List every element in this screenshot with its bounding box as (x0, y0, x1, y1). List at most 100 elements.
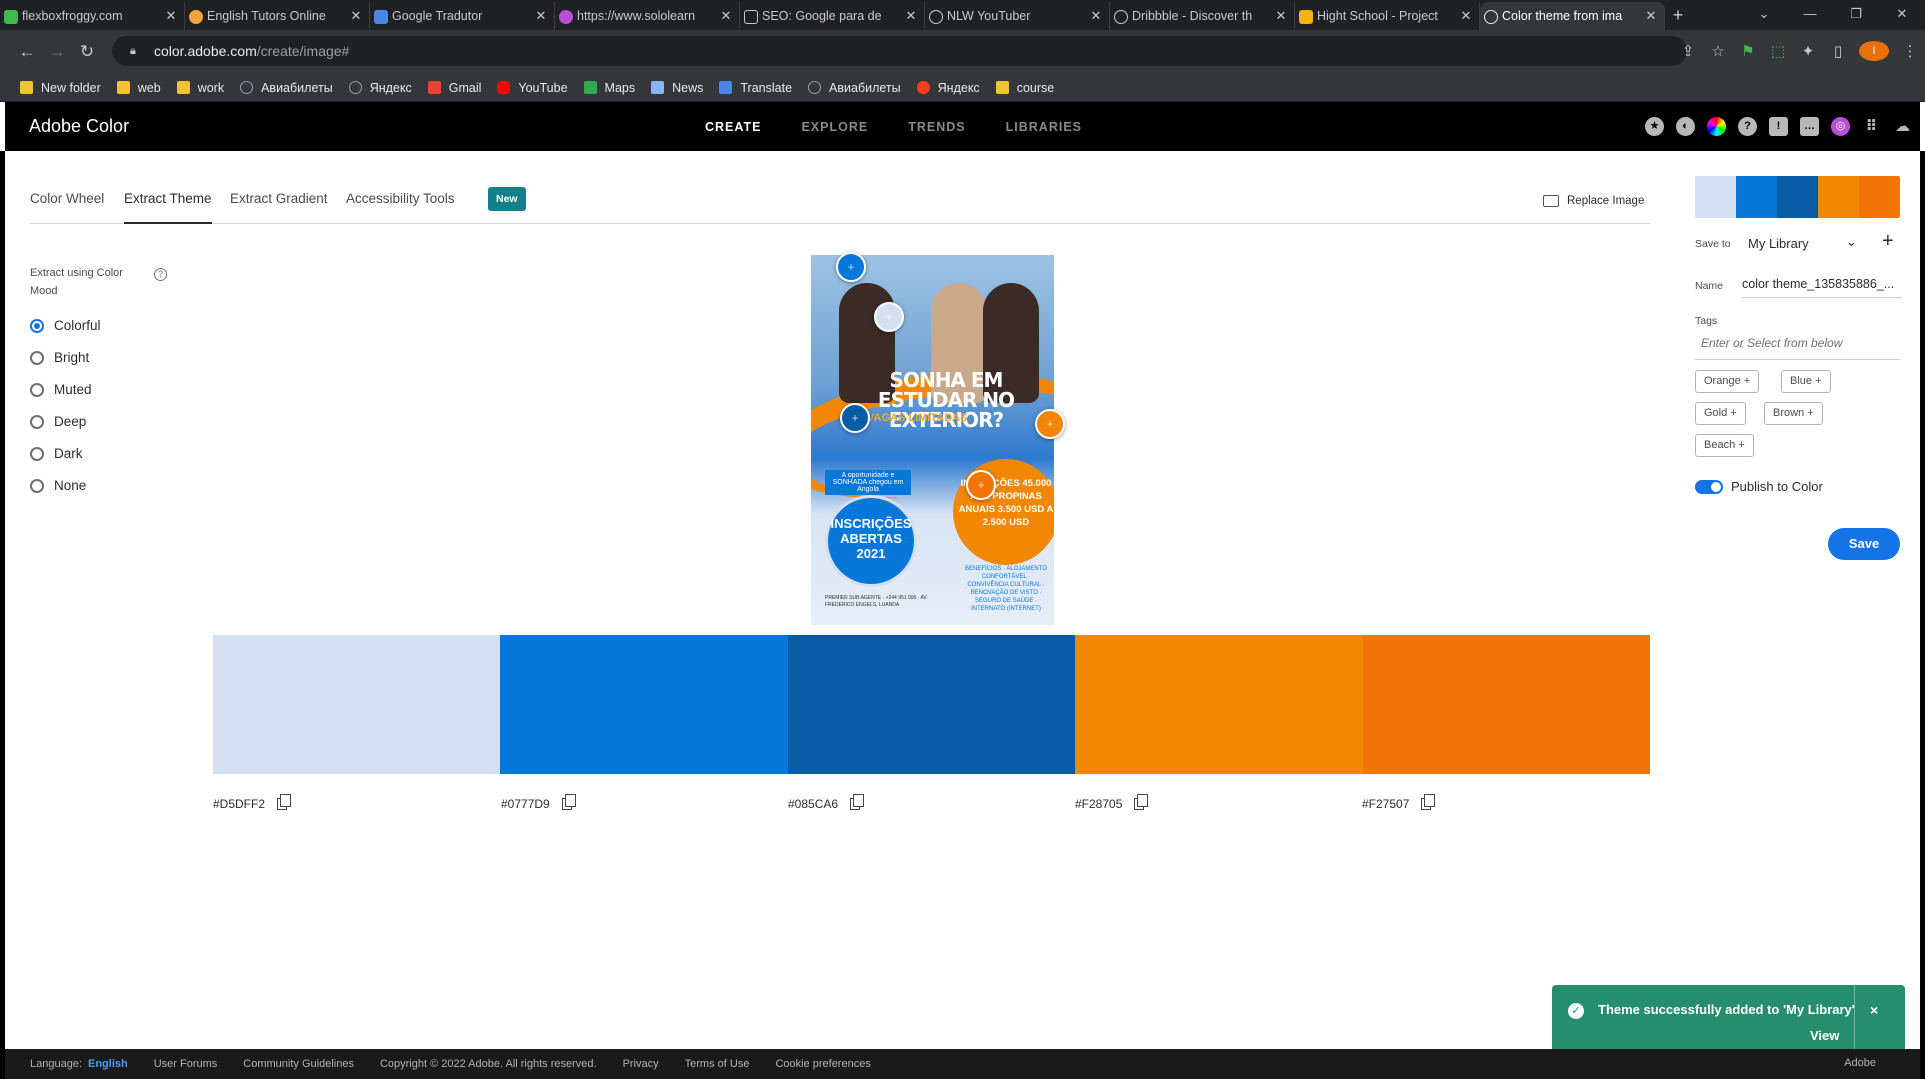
address-bar[interactable]: 🔒︎ color.adobe.com/create/image# (112, 36, 1687, 66)
bookmark-item[interactable]: Яндекс (916, 81, 980, 95)
footer-link[interactable]: Terms of Use (685, 1058, 750, 1070)
add-library-icon[interactable]: + (1882, 230, 1894, 253)
close-tab-icon[interactable]: ✕ (719, 8, 733, 24)
color-picker-pin[interactable]: + (874, 302, 904, 332)
footer-link[interactable]: Privacy (623, 1058, 659, 1070)
browser-tab[interactable]: Dribbble - Discover th ✕ (1110, 2, 1295, 30)
copy-icon[interactable] (277, 794, 292, 810)
color-swatch[interactable] (213, 635, 501, 774)
copy-icon[interactable] (561, 794, 576, 810)
close-tab-icon[interactable]: ✕ (904, 8, 918, 24)
footer-link[interactable]: Community Guidelines (243, 1058, 354, 1070)
apps-grid-icon[interactable]: ⠿ (1862, 117, 1881, 136)
mood-radio-none[interactable]: None (30, 478, 86, 493)
replace-image-button[interactable]: Replace Image (1543, 195, 1644, 207)
mood-radio-colorful[interactable]: Colorful (30, 318, 101, 333)
help-icon[interactable]: ? (1738, 117, 1757, 136)
contrast-icon[interactable]: ◐ (1676, 117, 1695, 136)
puzzle-icon[interactable]: ✦ (1793, 42, 1823, 60)
save-button[interactable]: Save (1828, 528, 1900, 560)
bookmark-item[interactable]: Авиабилеты (240, 81, 333, 95)
language-link[interactable]: English (88, 1058, 128, 1070)
help-icon[interactable]: ? (154, 268, 167, 281)
bookmark-item[interactable]: News (651, 81, 703, 95)
nav-trends[interactable]: TRENDS (908, 120, 965, 134)
tag-chip[interactable]: Gold + (1695, 402, 1746, 425)
close-tab-icon[interactable]: ✕ (1274, 8, 1288, 24)
bookmark-item[interactable]: course (995, 81, 1054, 95)
color-swatch[interactable] (1075, 635, 1363, 774)
theme-name-input[interactable]: color theme_135835886_... (1742, 277, 1902, 298)
screenshot-icon[interactable]: ⬚ (1763, 42, 1793, 60)
copy-icon[interactable] (1134, 794, 1149, 810)
tab-color-wheel[interactable]: Color Wheel (30, 190, 104, 224)
back-icon[interactable]: ← (12, 42, 42, 62)
new-tab-button[interactable]: + (1665, 2, 1691, 30)
mood-radio-muted[interactable]: Muted (30, 382, 92, 397)
brand-logo[interactable]: Adobe Color (29, 116, 129, 137)
sidepanel-icon[interactable]: ▯ (1823, 42, 1853, 60)
library-select[interactable]: My Library (1748, 236, 1809, 251)
color-swatch[interactable] (787, 635, 1076, 774)
browser-tab[interactable]: Google Tradutor ✕ (370, 2, 555, 30)
feedback-icon[interactable]: ! (1769, 117, 1788, 136)
browser-tab[interactable]: https://www.sololearn ✕ (555, 2, 740, 30)
browser-tab[interactable]: flexboxfroggy.com ✕ (0, 2, 185, 30)
nav-create[interactable]: CREATE (705, 120, 761, 134)
tab-accessibility-tools[interactable]: Accessibility Tools (346, 190, 455, 224)
tag-chip[interactable]: Brown + (1764, 402, 1823, 425)
bookmark-item[interactable]: Translate (719, 81, 792, 95)
mood-radio-dark[interactable]: Dark (30, 446, 83, 461)
close-window-icon[interactable]: ✕ (1879, 0, 1925, 30)
nav-libraries[interactable]: LIBRARIES (1006, 120, 1082, 134)
reload-icon[interactable]: ↻ (72, 42, 102, 62)
menu-icon[interactable]: ⋮ (1895, 42, 1925, 60)
tab-extract-gradient[interactable]: Extract Gradient (230, 190, 328, 224)
bookmark-item[interactable]: web (116, 81, 161, 95)
bookmark-item[interactable]: Яндекс (348, 81, 412, 95)
bookmark-item[interactable]: work (176, 81, 224, 95)
minimize-icon[interactable]: — (1787, 0, 1833, 30)
close-icon[interactable]: × (1870, 1002, 1878, 1018)
browser-tab[interactable]: Hight School - Project ✕ (1295, 2, 1480, 30)
footer-link[interactable]: Cookie preferences (775, 1058, 870, 1070)
mood-radio-bright[interactable]: Bright (30, 350, 89, 365)
close-tab-icon[interactable]: ✕ (1644, 8, 1658, 24)
color-swatch[interactable] (500, 635, 788, 774)
browser-tab[interactable]: SEO: Google para de ✕ (740, 2, 925, 30)
star-icon[interactable]: ☆ (1703, 42, 1733, 60)
profile-avatar[interactable]: I (1859, 41, 1889, 61)
browser-tab-active[interactable]: Color theme from ima ✕ (1480, 2, 1665, 30)
chevron-down-icon[interactable]: ⌄ (1846, 234, 1857, 250)
star-badge-icon[interactable]: ★ (1645, 117, 1664, 136)
mood-radio-deep[interactable]: Deep (30, 414, 86, 429)
color-swatch[interactable] (1362, 635, 1651, 774)
footer-link[interactable]: User Forums (154, 1058, 218, 1070)
creative-cloud-icon[interactable]: ☁ (1893, 117, 1912, 136)
close-tab-icon[interactable]: ✕ (1459, 8, 1473, 24)
close-tab-icon[interactable]: ✕ (164, 8, 178, 24)
adobe-logo[interactable]: Adobe (1844, 1057, 1876, 1069)
tab-search-icon[interactable]: ⌄ (1741, 0, 1787, 30)
share-icon[interactable]: ⇪ (1673, 42, 1703, 60)
tag-chip[interactable]: Orange + (1695, 370, 1760, 393)
color-picker-pin[interactable]: + (836, 252, 866, 282)
copy-icon[interactable] (850, 794, 865, 810)
tags-input[interactable]: Enter or Select from below (1695, 336, 1900, 360)
user-avatar-icon[interactable]: ◎ (1831, 117, 1850, 136)
color-picker-pin[interactable]: + (840, 403, 870, 433)
bookmark-item[interactable]: Авиабилеты (808, 81, 901, 95)
publish-toggle[interactable] (1695, 480, 1723, 494)
nav-explore[interactable]: EXPLORE (801, 120, 868, 134)
tab-extract-theme[interactable]: Extract Theme (124, 190, 212, 224)
bookmark-item[interactable]: New folder (20, 81, 101, 95)
browser-tab[interactable]: NLW YouTuber ✕ (925, 2, 1110, 30)
chat-icon[interactable]: … (1800, 117, 1819, 136)
toast-view-link[interactable]: View (1810, 1028, 1839, 1043)
bookmark-item[interactable]: Gmail (427, 81, 481, 95)
close-tab-icon[interactable]: ✕ (349, 8, 363, 24)
color-picker-pin[interactable]: + (966, 470, 996, 500)
browser-tab[interactable]: English Tutors Online ✕ (185, 2, 370, 30)
color-picker-pin[interactable]: + (1035, 409, 1065, 439)
tag-chip[interactable]: Blue + (1781, 370, 1831, 393)
